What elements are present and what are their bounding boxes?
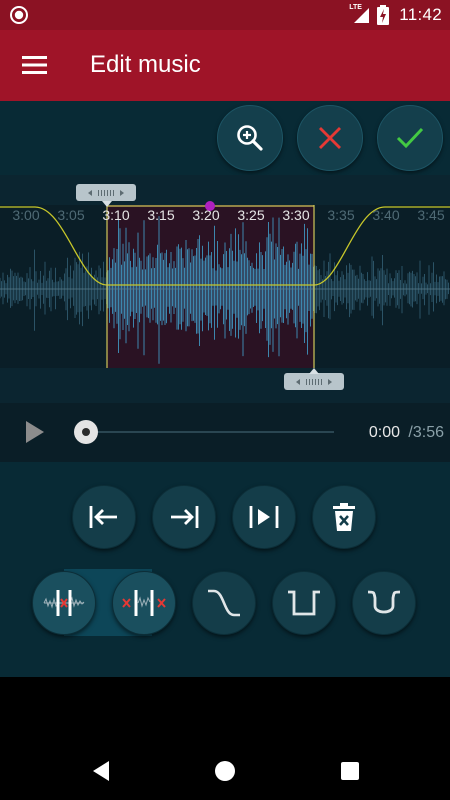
seek-bar[interactable]	[72, 417, 342, 447]
start-pointer-icon	[102, 201, 112, 207]
status-bar: LTE 11:42	[0, 0, 450, 30]
delete-selection-button[interactable]	[312, 485, 376, 549]
nav-back-button[interactable]	[88, 758, 114, 784]
timeline-label: 3:05	[57, 207, 84, 223]
back-icon	[93, 761, 109, 781]
move-start-icon	[89, 506, 117, 528]
timeline-label: 3:30	[282, 207, 309, 223]
timeline-label: 3:15	[147, 207, 174, 223]
battery-charging-icon	[377, 5, 390, 25]
total-time: /3:56	[408, 424, 444, 441]
jump-to-start-button[interactable]	[72, 485, 136, 549]
waveform-canvas[interactable]: 3:00 3:05 3:10 3:15 3:20 3:25 3:30 3:35 3:40 3:45	[0, 175, 450, 403]
fade-u-curve-icon	[367, 590, 401, 614]
timeline-label: 3:10	[102, 207, 129, 223]
timeline-label: 3:20	[192, 207, 219, 223]
end-pointer-icon	[309, 368, 319, 374]
current-time: 0:00	[368, 424, 400, 441]
zoom-in-button[interactable]	[217, 105, 283, 171]
system-nav-bar	[0, 740, 450, 800]
cancel-button[interactable]	[297, 105, 363, 171]
close-icon	[319, 127, 341, 149]
fade-in-out-button[interactable]	[272, 571, 336, 635]
nav-home-button[interactable]	[212, 758, 238, 784]
delete-icon	[333, 503, 355, 531]
player-bar: 0:00 /3:56	[0, 403, 450, 462]
cut-outside-button[interactable]	[112, 571, 176, 635]
play-icon[interactable]	[24, 419, 46, 445]
zoom-in-icon	[237, 125, 263, 151]
confirm-button[interactable]	[377, 105, 443, 171]
move-end-icon	[171, 506, 199, 528]
jump-to-end-button[interactable]	[152, 485, 216, 549]
play-selection-button[interactable]	[232, 485, 296, 549]
timeline-label: 3:00	[12, 207, 39, 223]
fade-out-curve-icon	[208, 589, 240, 617]
status-time: 11:42	[399, 5, 442, 24]
fade-u-button[interactable]	[352, 571, 416, 635]
waveform-editor[interactable]: 3:00 3:05 3:10 3:15 3:20 3:25 3:30 3:35 3:40 3:45	[0, 175, 450, 403]
fade-out-button[interactable]	[192, 571, 256, 635]
status-icons: LTE 11:42	[349, 0, 442, 30]
drag-grip-icon	[296, 378, 332, 385]
edit-toolbar	[0, 101, 450, 175]
selection-start-handle[interactable]	[76, 184, 136, 201]
hamburger-menu-icon[interactable]	[22, 54, 48, 76]
check-icon	[396, 127, 424, 149]
timeline-label: 3:45	[417, 207, 444, 223]
cut-outside-icon	[122, 590, 166, 616]
cut-inside-icon	[43, 590, 85, 616]
recents-icon	[341, 762, 359, 780]
app-bar: Edit music	[0, 30, 450, 101]
nav-recents-button[interactable]	[337, 758, 363, 784]
timeline-label: 3:35	[327, 207, 354, 223]
selection-end-handle[interactable]	[284, 373, 344, 390]
playhead-marker	[205, 201, 215, 211]
edit-controls	[0, 462, 450, 677]
drag-grip-icon	[88, 189, 124, 196]
fade-square-icon	[288, 590, 320, 616]
timeline-label: 3:25	[237, 207, 264, 223]
play-selection-icon	[249, 506, 279, 528]
record-icon	[10, 6, 28, 24]
lte-signal-icon: LTE	[349, 4, 371, 24]
page-title: Edit music	[90, 51, 201, 78]
home-icon	[215, 761, 235, 781]
cut-inside-button[interactable]	[32, 571, 96, 635]
timeline-label: 3:40	[372, 207, 399, 223]
